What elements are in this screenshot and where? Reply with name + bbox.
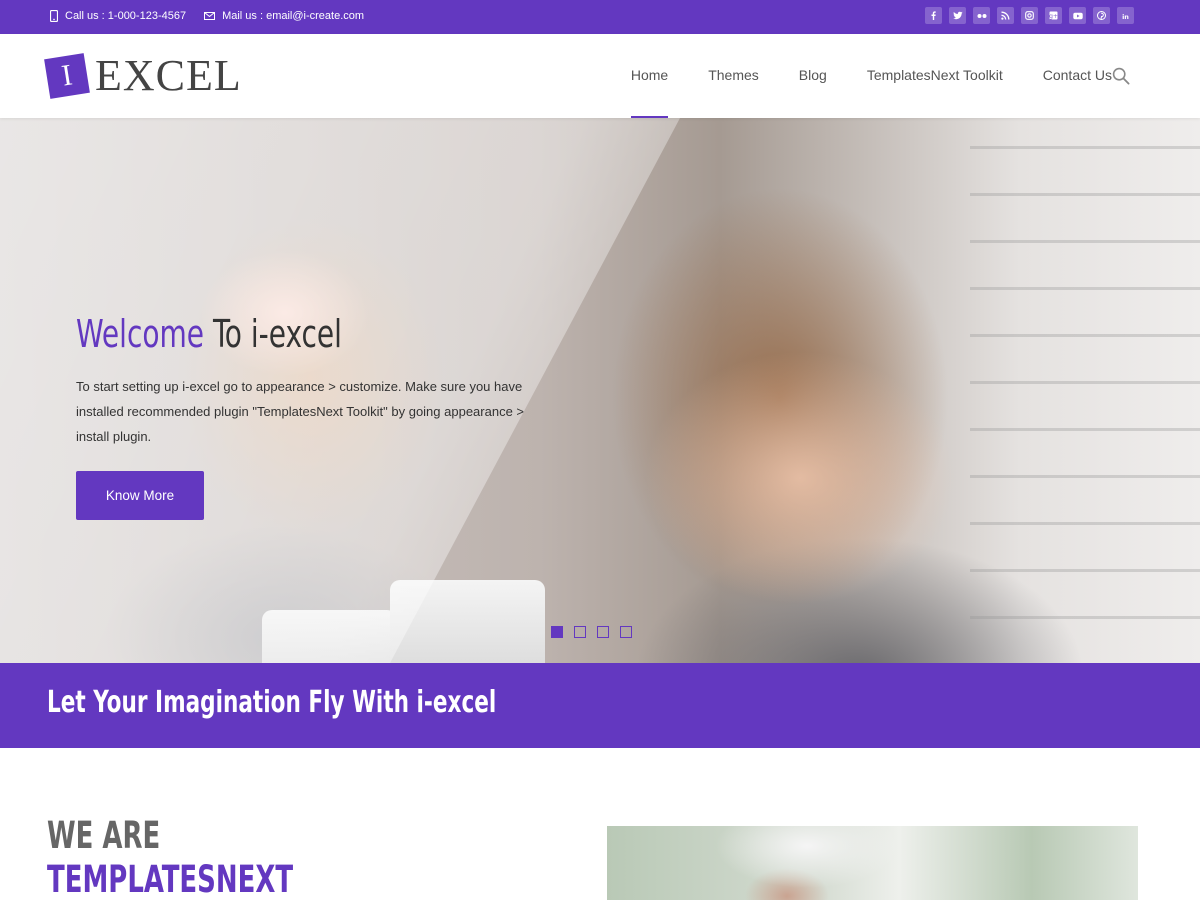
social-links: g+ in bbox=[925, 7, 1134, 24]
know-more-button[interactable]: Know More bbox=[76, 470, 204, 520]
about-heading: WE ARE TEMPLATESNEXT bbox=[47, 814, 293, 900]
nav-item-templatesnext-toolkit[interactable]: TemplatesNext Toolkit bbox=[867, 34, 1003, 118]
svg-text:g+: g+ bbox=[1049, 13, 1058, 20]
about-section: WE ARE TEMPLATESNEXT bbox=[0, 748, 1200, 900]
hero-title: Welcome To i-excel bbox=[76, 312, 445, 356]
mail-contact: Mail us : email@i-create.com bbox=[204, 10, 364, 22]
pinterest-icon[interactable] bbox=[1093, 7, 1110, 24]
logo-text: EXCEL bbox=[95, 51, 242, 100]
nav-item-contact-us[interactable]: Contact Us bbox=[1043, 34, 1112, 118]
facebook-icon[interactable] bbox=[925, 7, 942, 24]
hero-background-wall bbox=[970, 118, 1200, 663]
instagram-icon[interactable] bbox=[1021, 7, 1038, 24]
nav-item-themes[interactable]: Themes bbox=[708, 34, 759, 118]
search-icon[interactable] bbox=[1112, 67, 1130, 90]
about-image bbox=[607, 826, 1138, 900]
svg-text:in: in bbox=[1122, 12, 1129, 19]
flickr-icon[interactable] bbox=[973, 7, 990, 24]
nav-item-blog[interactable]: Blog bbox=[799, 34, 827, 118]
hero-text: To start setting up i-excel go to appear… bbox=[76, 378, 525, 444]
about-heading-line1: WE ARE bbox=[47, 814, 161, 857]
google-plus-icon[interactable]: g+ bbox=[1045, 7, 1062, 24]
phone-text: Call us : 1-000-123-4567 bbox=[65, 10, 187, 22]
contact-info: Call us : 1-000-123-4567 Mail us : email… bbox=[50, 10, 364, 22]
slider-dot[interactable] bbox=[620, 626, 632, 638]
site-header: I EXCEL Home Themes Blog TemplatesNext T… bbox=[0, 34, 1200, 118]
mail-text: Mail us : email@i-create.com bbox=[222, 10, 365, 22]
slider-dot[interactable] bbox=[574, 626, 586, 638]
rss-icon[interactable] bbox=[997, 7, 1014, 24]
nav-item-home[interactable]: Home bbox=[630, 34, 669, 118]
logo-mark: I bbox=[44, 53, 90, 99]
hero-title-highlight: Welcome bbox=[76, 312, 205, 356]
hero-slider: Welcome To i-excel To start setting up i… bbox=[0, 118, 1200, 663]
tagline-band: Let Your Imagination Fly With i-excel bbox=[0, 663, 1200, 748]
hero-content: Welcome To i-excel To start setting up i… bbox=[76, 312, 526, 520]
slider-pagination bbox=[551, 626, 632, 638]
twitter-icon[interactable] bbox=[949, 7, 966, 24]
hero-title-rest: To i-excel bbox=[204, 312, 342, 356]
mobile-phone-icon bbox=[50, 10, 58, 22]
linkedin-icon[interactable]: in bbox=[1117, 7, 1134, 24]
top-bar: Call us : 1-000-123-4567 Mail us : email… bbox=[0, 0, 1200, 34]
phone-contact: Call us : 1-000-123-4567 bbox=[50, 10, 186, 22]
slider-dot[interactable] bbox=[597, 626, 609, 638]
tagline-title: Let Your Imagination Fly With i-excel bbox=[47, 685, 497, 720]
about-heading-line2: TEMPLATESNEXT bbox=[47, 858, 294, 900]
youtube-icon[interactable] bbox=[1069, 7, 1086, 24]
envelope-icon bbox=[204, 12, 216, 20]
site-logo[interactable]: I EXCEL bbox=[44, 51, 242, 100]
slider-dot[interactable] bbox=[551, 626, 563, 638]
main-nav: Home Themes Blog TemplatesNext Toolkit C… bbox=[591, 34, 1112, 118]
